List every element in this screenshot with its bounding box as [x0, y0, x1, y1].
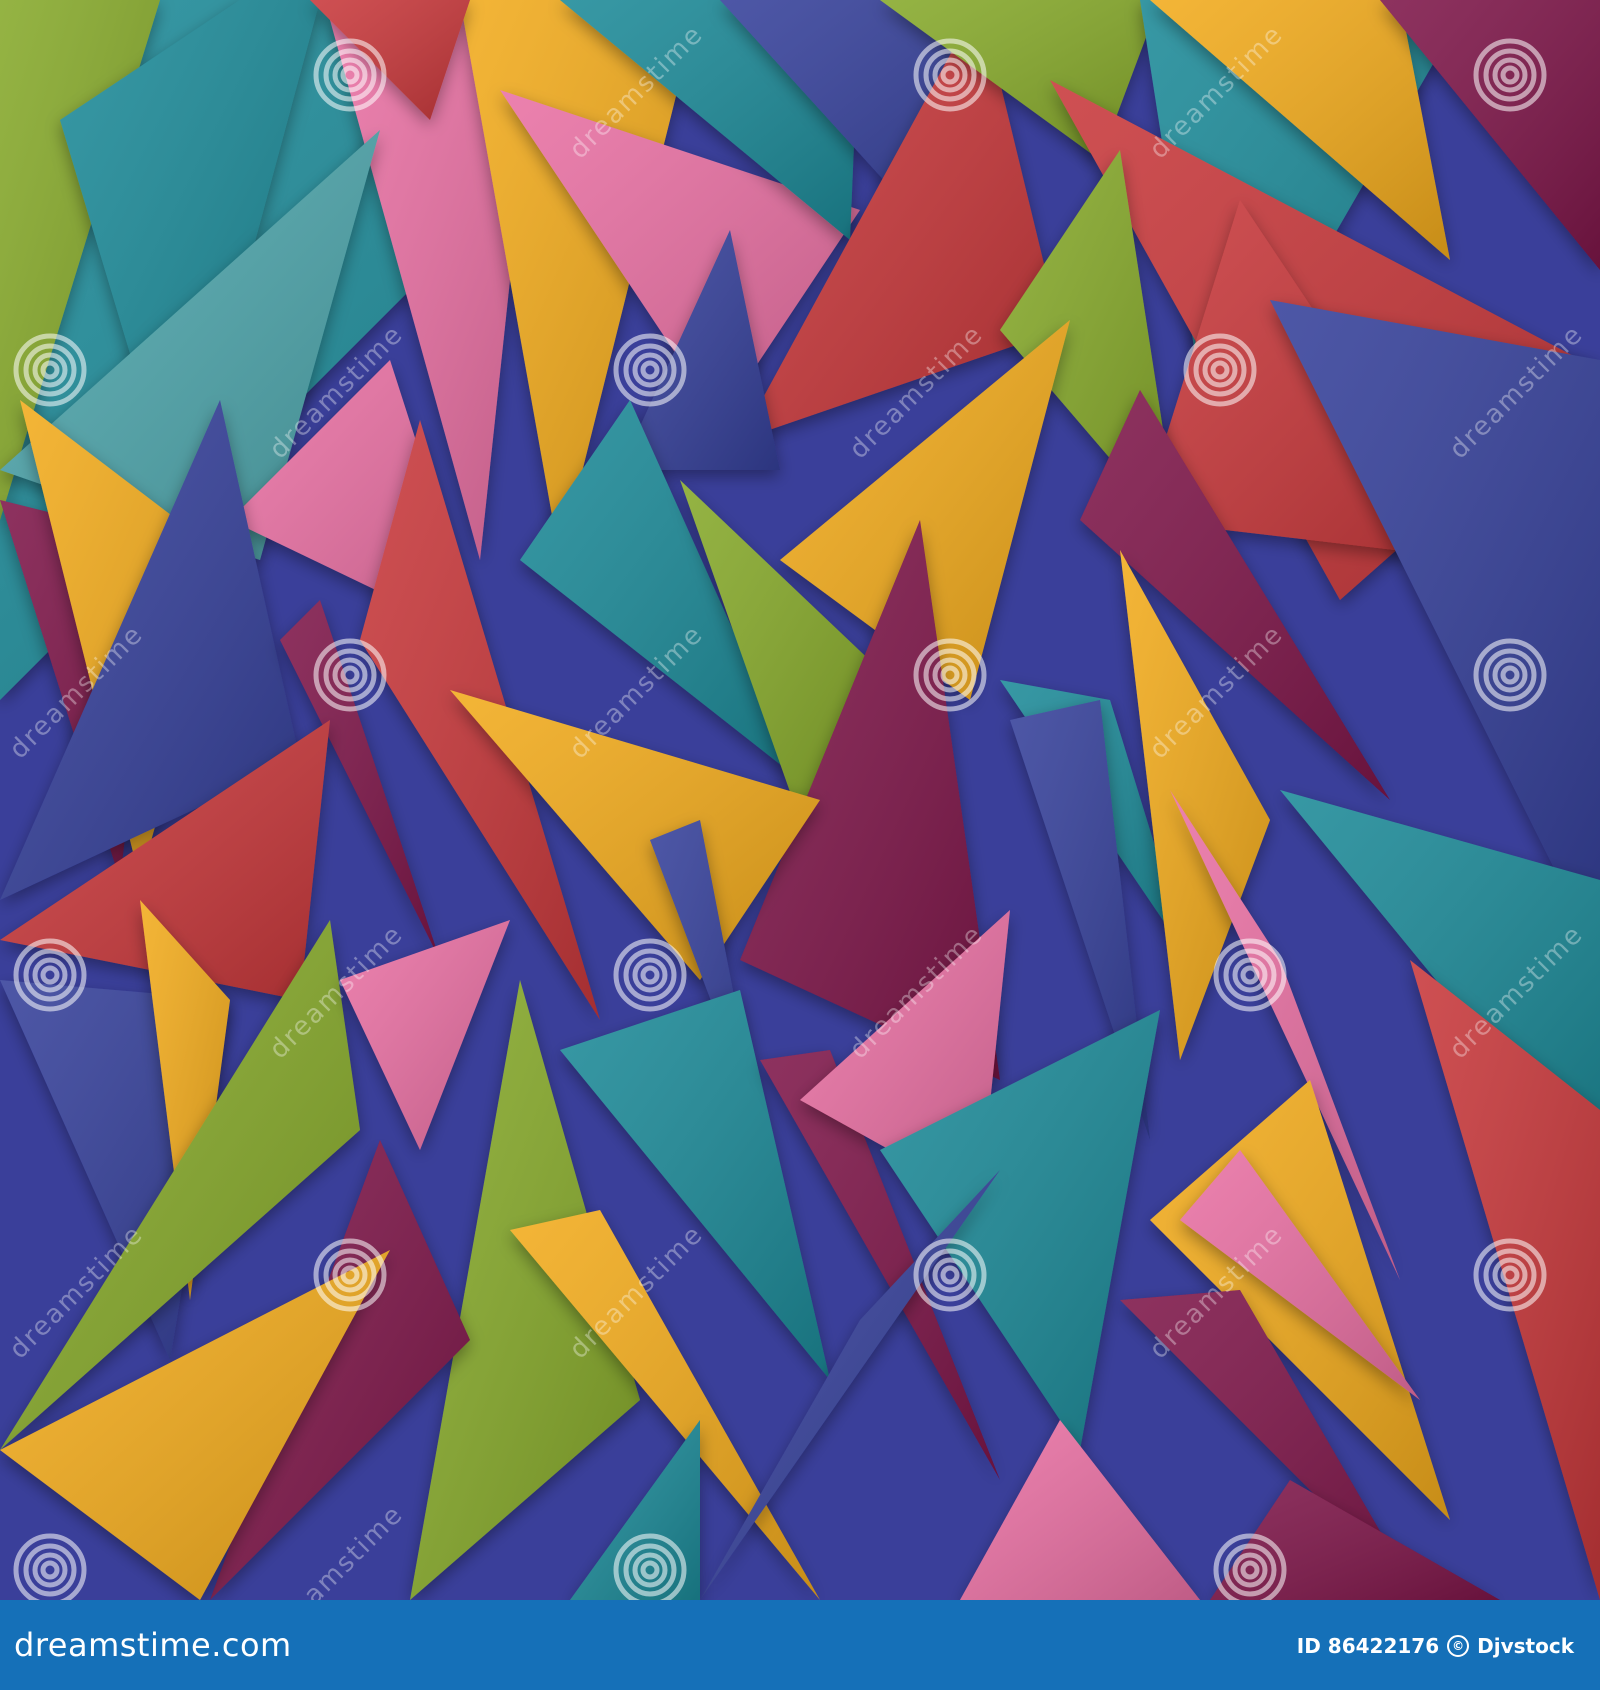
- triangles-illustration: dreamstime dreamstimedreamstime dreamstime…: [0, 0, 1600, 1600]
- abstract-triangles-artwork: dreamstime dreamstime dreamstime dreamstime…: [0, 0, 1600, 1600]
- dreamstime-spiral-icon: [313, 638, 387, 712]
- dreamstime-spiral-icon: [613, 333, 687, 407]
- dreamstime-spiral-icon: [13, 938, 87, 1012]
- site-brand[interactable]: dreamstime.com: [14, 1626, 292, 1664]
- author-name[interactable]: Djvstock: [1477, 1634, 1574, 1658]
- dreamstime-spiral-icon: [1213, 938, 1287, 1012]
- copyright-icon: ©: [1447, 1635, 1470, 1657]
- dreamstime-spiral-icon: [913, 1238, 987, 1312]
- triangle-shapes-layer: [0, 0, 1600, 1600]
- dreamstime-spiral-icon: [13, 1533, 87, 1600]
- triangle-shading: [960, 1420, 1200, 1600]
- image-meta: ID 86422176 © Djvstock: [1297, 1634, 1574, 1658]
- image-id: ID 86422176: [1296, 1634, 1440, 1658]
- stock-site-footer: dreamstime.com ID 86422176 © Djvstock: [0, 1600, 1600, 1690]
- dreamstime-spiral-icon: [613, 938, 687, 1012]
